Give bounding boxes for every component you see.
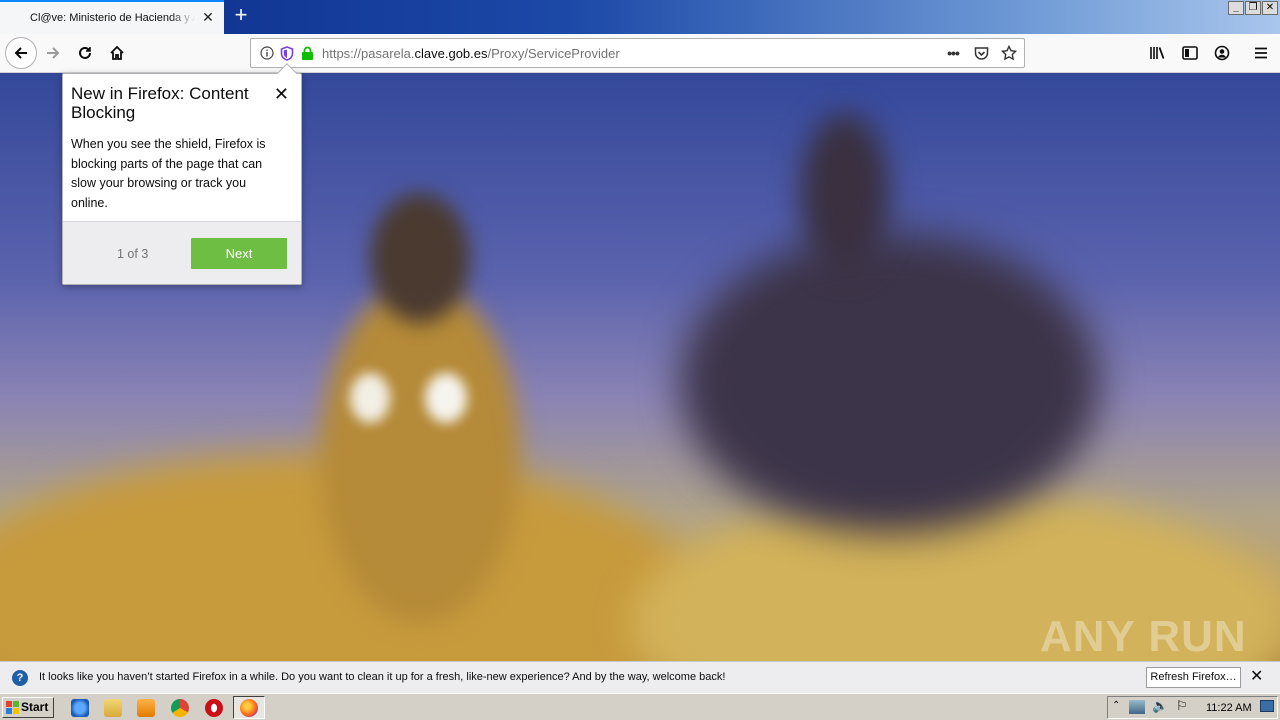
pocket-icon[interactable] bbox=[973, 45, 989, 61]
watermark: ANY RUN bbox=[1040, 612, 1247, 661]
clock-face-right bbox=[425, 373, 467, 423]
tab-close-icon[interactable]: ✕ bbox=[200, 9, 216, 25]
taskbar: Start ⌃ 🔈 ⚐ 11:22 AM bbox=[0, 693, 1280, 720]
info-icon[interactable] bbox=[259, 45, 275, 61]
shield-icon[interactable] bbox=[279, 45, 295, 61]
minimize-icon[interactable]: _ bbox=[1228, 1, 1244, 15]
notification-text: It looks like you haven’t started Firefo… bbox=[39, 671, 726, 683]
show-desktop-icon[interactable] bbox=[1260, 700, 1274, 712]
lock-icon bbox=[299, 45, 315, 61]
tab-strip: Cl@ve: Ministerio de Hacienda y Administ… bbox=[0, 0, 1280, 34]
popup-close-icon[interactable]: ✕ bbox=[274, 84, 289, 104]
action-center-flag-icon[interactable]: ⚐ bbox=[1176, 698, 1188, 714]
url-text: https://pasarela.clave.gob.es/Proxy/Serv… bbox=[322, 46, 620, 61]
notification-close-icon[interactable]: ✕ bbox=[1250, 668, 1263, 686]
file-explorer-icon[interactable] bbox=[104, 699, 122, 717]
volume-icon[interactable]: 🔈 bbox=[1152, 698, 1168, 714]
start-label: Start bbox=[21, 700, 49, 714]
restore-icon[interactable]: ❐ bbox=[1245, 1, 1261, 15]
new-tab-icon[interactable]: + bbox=[230, 4, 252, 28]
network-icon[interactable] bbox=[1129, 700, 1145, 714]
equestrian-statue bbox=[680, 233, 1100, 533]
clock-tower bbox=[320, 283, 520, 623]
tab-title: Cl@ve: Ministerio de Hacienda y Administ… bbox=[30, 12, 195, 24]
menu-icon[interactable] bbox=[1246, 38, 1276, 68]
page-actions-icon[interactable]: ••• bbox=[945, 45, 961, 61]
account-icon[interactable] bbox=[1207, 38, 1237, 68]
url-bar[interactable]: https://pasarela.clave.gob.es/Proxy/Serv… bbox=[250, 38, 1025, 68]
tray-expand-icon[interactable]: ⌃ bbox=[1112, 700, 1120, 711]
chrome-icon[interactable] bbox=[171, 699, 189, 717]
system-tray: ⌃ 🔈 ⚐ bbox=[1107, 696, 1278, 719]
refresh-firefox-button[interactable]: Refresh Firefox… bbox=[1146, 667, 1241, 688]
windows-flag-icon bbox=[6, 701, 19, 714]
taskbar-clock: 11:22 AM bbox=[1206, 702, 1252, 714]
forward-icon[interactable] bbox=[38, 38, 68, 68]
content-blocking-popup: New in Firefox: Content Blocking ✕ When … bbox=[62, 63, 302, 285]
navigation-toolbar: https://pasarela.clave.gob.es/Proxy/Serv… bbox=[0, 34, 1280, 73]
clock-face-left bbox=[350, 373, 390, 423]
start-button[interactable]: Start bbox=[2, 697, 54, 718]
notification-bar: ? It looks like you haven’t started Fire… bbox=[0, 661, 1280, 693]
popup-footer: 1 of 3 Next bbox=[63, 221, 301, 284]
popup-title: New in Firefox: Content Blocking bbox=[71, 84, 249, 122]
media-player-icon[interactable] bbox=[137, 699, 155, 717]
browser-tab[interactable]: Cl@ve: Ministerio de Hacienda y Administ… bbox=[0, 0, 224, 34]
popup-pager: 1 of 3 bbox=[117, 247, 149, 261]
home-icon[interactable] bbox=[102, 38, 132, 68]
question-icon: ? bbox=[12, 670, 28, 686]
statue-rider bbox=[800, 113, 890, 273]
next-button[interactable]: Next bbox=[191, 238, 287, 269]
popup-body: When you see the shield, Firefox is bloc… bbox=[71, 137, 266, 210]
opera-icon[interactable] bbox=[205, 699, 223, 717]
back-icon[interactable] bbox=[5, 37, 37, 69]
firefox-taskbar-button[interactable] bbox=[233, 696, 265, 719]
window-controls: _ ❐ ✕ bbox=[1228, 1, 1278, 15]
reload-icon[interactable] bbox=[70, 38, 100, 68]
library-icon[interactable] bbox=[1143, 38, 1173, 68]
internet-explorer-icon[interactable] bbox=[71, 699, 89, 717]
firefox-icon bbox=[240, 699, 258, 717]
bookmark-star-icon[interactable] bbox=[1001, 45, 1017, 61]
tower-dome bbox=[370, 193, 470, 323]
window-close-icon[interactable]: ✕ bbox=[1262, 1, 1278, 15]
sidebar-icon[interactable] bbox=[1175, 38, 1205, 68]
